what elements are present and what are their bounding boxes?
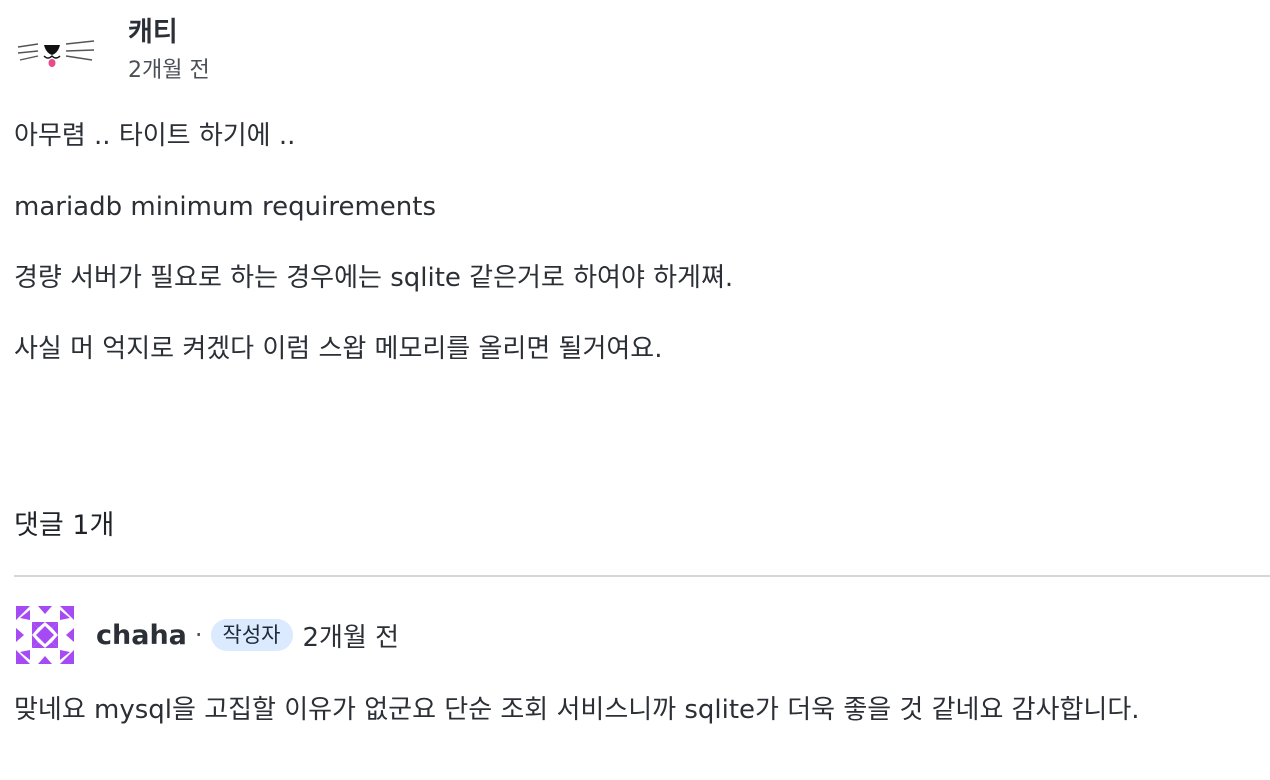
- comment-header: chaha · 작성자 2개월 전: [14, 604, 1264, 666]
- comment-timestamp: 2개월 전: [302, 622, 400, 653]
- cat-face-icon[interactable]: [14, 20, 100, 86]
- post-author-meta: 캐티 2개월 전: [128, 14, 210, 86]
- comment-author-name[interactable]: chaha: [96, 620, 187, 651]
- post-paragraph: mariadb minimum requirements: [14, 192, 437, 222]
- post-paragraph: 경량 서버가 필요로 하는 경우에는 sqlite 같은거로 하여야 하게쪄.: [14, 263, 734, 293]
- identicon-avatar-icon[interactable]: [16, 606, 74, 664]
- comments-divider: [14, 575, 1270, 577]
- comment-text: 맞네요 mysql을 고집할 이유가 없군요 단순 조회 서비스니까 sqlit…: [14, 695, 1140, 725]
- post-body: 아무렴 .. 타이트 하기에 .. mariadb minimum requir…: [14, 118, 1254, 367]
- comment-count-heading: 댓글 1개: [14, 510, 115, 541]
- post-paragraph: 사실 머 억지로 켜겠다 이럼 스왑 메모리를 올리면 될거여요.: [14, 334, 663, 364]
- post-timestamp: 2개월 전: [128, 58, 210, 83]
- author-badge: 작성자: [210, 619, 293, 651]
- post-paragraph: 아무렴 .. 타이트 하기에 ..: [14, 121, 296, 151]
- post-header: 캐티 2개월 전: [14, 14, 210, 86]
- comment-item: chaha · 작성자 2개월 전 맞네요 mysql을 고집할 이유가 없군요…: [14, 604, 1264, 728]
- meta-separator: ·: [194, 621, 203, 649]
- post-author-name[interactable]: 캐티: [128, 14, 210, 52]
